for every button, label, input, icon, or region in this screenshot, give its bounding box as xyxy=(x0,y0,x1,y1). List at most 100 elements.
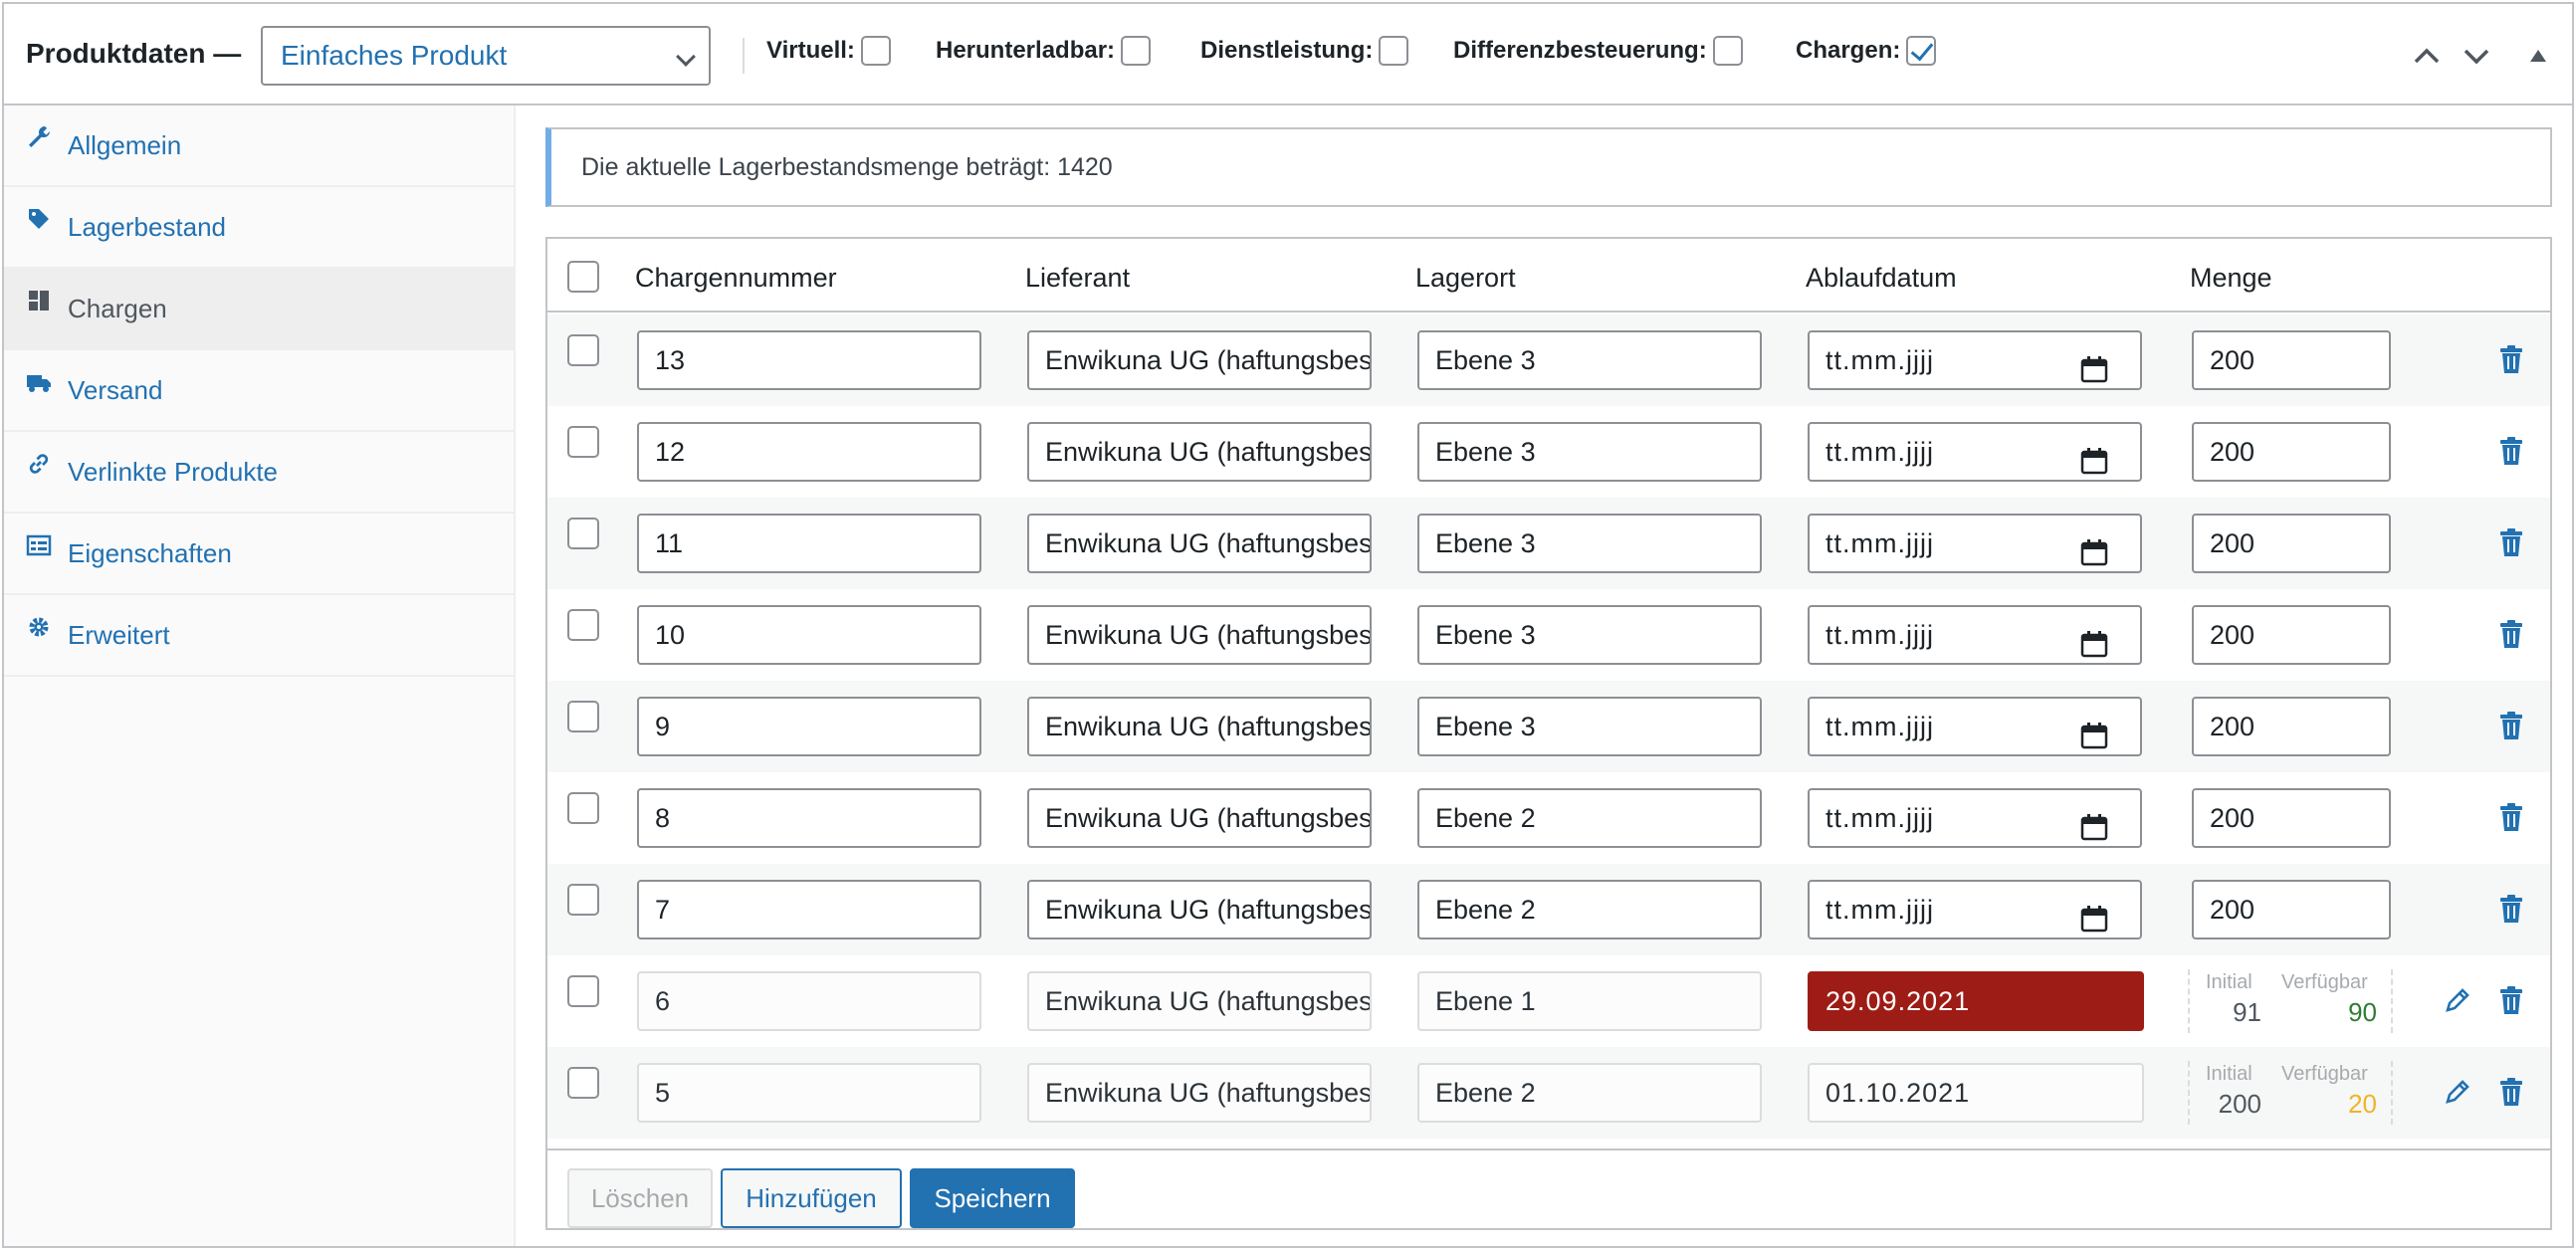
row-checkbox[interactable] xyxy=(567,792,599,824)
batch-number-input[interactable]: 9 xyxy=(637,697,981,756)
tab-batches[interactable]: Chargen xyxy=(4,269,516,350)
row-checkbox[interactable] xyxy=(567,518,599,549)
pencil-icon[interactable] xyxy=(2443,1077,2472,1107)
option-batches[interactable]: Chargen: xyxy=(1796,36,1937,66)
location-input[interactable]: Ebene 3 xyxy=(1417,697,1762,756)
select-all-checkbox[interactable] xyxy=(567,261,599,293)
pencil-icon[interactable] xyxy=(2443,985,2472,1015)
trash-icon[interactable] xyxy=(2498,1077,2524,1107)
trash-icon[interactable] xyxy=(2498,985,2524,1015)
quantity-input[interactable]: 200 xyxy=(2192,697,2391,756)
quantity-input[interactable]: 200 xyxy=(2192,605,2391,665)
tab-advanced[interactable]: Erweitert xyxy=(4,595,516,677)
tab-general[interactable]: Allgemein xyxy=(4,105,516,187)
table-row: 10 Enwikuna UG (haftungsbeschränkt) Ebene … xyxy=(547,589,2550,681)
service-checkbox[interactable] xyxy=(1379,36,1409,66)
location-readonly: Ebene 2 xyxy=(1417,1063,1762,1123)
location-input[interactable]: Ebene 2 xyxy=(1417,788,1762,848)
quantity-input[interactable]: 200 xyxy=(2192,422,2391,482)
table-row: 5 Enwikuna UG (haftungsbeschränkt) Ebene 2… xyxy=(547,1047,2550,1139)
chevron-down-icon[interactable] xyxy=(2461,40,2492,72)
tab-linked-products[interactable]: Verlinkte Produkte xyxy=(4,432,516,514)
location-input[interactable]: Ebene 3 xyxy=(1417,330,1762,390)
trash-icon[interactable] xyxy=(2498,344,2524,374)
expiry-date-input[interactable]: tt.mm.jjjj xyxy=(1808,605,2142,665)
supplier-input[interactable]: Enwikuna UG (haftungsbeschränkt) xyxy=(1027,330,1372,390)
batch-number-input[interactable]: 13 xyxy=(637,330,981,390)
tab-attributes[interactable]: Eigenschaften xyxy=(4,514,516,595)
quantity-input[interactable]: 200 xyxy=(2192,330,2391,390)
row-checkbox[interactable] xyxy=(567,1067,599,1099)
table-row: 7 Enwikuna UG (haftungsbeschränkt) Ebene 2… xyxy=(547,864,2550,955)
trash-icon[interactable] xyxy=(2498,711,2524,740)
batch-number-input[interactable]: 12 xyxy=(637,422,981,482)
calendar-icon[interactable] xyxy=(2080,804,2108,841)
add-button[interactable]: Hinzufügen xyxy=(721,1168,902,1228)
calendar-icon[interactable] xyxy=(2080,896,2108,933)
row-checkbox[interactable] xyxy=(567,426,599,458)
batch-number-input[interactable]: 7 xyxy=(637,880,981,939)
expiry-date-input[interactable]: tt.mm.jjjj xyxy=(1808,788,2142,848)
supplier-input[interactable]: Enwikuna UG (haftungsbeschränkt) xyxy=(1027,788,1372,848)
trash-icon[interactable] xyxy=(2498,436,2524,466)
quantity-input[interactable]: 200 xyxy=(2192,514,2391,573)
option-service[interactable]: Dienstleistung: xyxy=(1200,36,1409,66)
location-input[interactable]: Ebene 3 xyxy=(1417,422,1762,482)
row-checkbox[interactable] xyxy=(567,975,599,1007)
supplier-readonly: Enwikuna UG (haftungsbeschränkt) xyxy=(1027,971,1372,1031)
supplier-input[interactable]: Enwikuna UG (haftungsbeschränkt) xyxy=(1027,514,1372,573)
calendar-icon[interactable] xyxy=(2080,529,2108,566)
margin-tax-checkbox[interactable] xyxy=(1712,36,1743,66)
supplier-input[interactable]: Enwikuna UG (haftungsbeschränkt) xyxy=(1027,605,1372,665)
option-virtual[interactable]: Virtuell: xyxy=(766,36,891,66)
calendar-icon[interactable] xyxy=(2080,621,2108,658)
expiry-date-input[interactable]: tt.mm.jjjj xyxy=(1808,330,2142,390)
row-checkbox[interactable] xyxy=(567,884,599,916)
trash-icon[interactable] xyxy=(2498,619,2524,649)
location-input[interactable]: Ebene 2 xyxy=(1417,880,1762,939)
quantity-input[interactable]: 200 xyxy=(2192,788,2391,848)
expiry-date-value: tt.mm.jjjj xyxy=(1825,437,1934,467)
collapse-toggle-icon[interactable] xyxy=(2522,40,2554,72)
location-input[interactable]: Ebene 3 xyxy=(1417,514,1762,573)
batches-icon xyxy=(29,291,49,311)
table-row: 9 Enwikuna UG (haftungsbeschränkt) Ebene 3… xyxy=(547,681,2550,772)
expiry-date-input[interactable]: tt.mm.jjjj xyxy=(1808,880,2142,939)
link-icon xyxy=(29,454,49,474)
expiry-date-input[interactable]: tt.mm.jjjj xyxy=(1808,514,2142,573)
available-value: 90 xyxy=(2348,997,2377,1027)
initial-label: Initial xyxy=(2206,971,2253,993)
expiry-date-input[interactable]: tt.mm.jjjj xyxy=(1808,697,2142,756)
row-checkbox[interactable] xyxy=(567,701,599,732)
option-downloadable[interactable]: Herunterladbar: xyxy=(936,36,1152,66)
batches-checkbox[interactable] xyxy=(1906,36,1937,66)
location-input[interactable]: Ebene 3 xyxy=(1417,605,1762,665)
supplier-input[interactable]: Enwikuna UG (haftungsbeschränkt) xyxy=(1027,422,1372,482)
trash-icon[interactable] xyxy=(2498,894,2524,924)
table-row: 11 Enwikuna UG (haftungsbeschränkt) Ebene … xyxy=(547,498,2550,589)
calendar-icon[interactable] xyxy=(2080,713,2108,749)
batch-number-input[interactable]: 8 xyxy=(637,788,981,848)
quantity-input[interactable]: 200 xyxy=(2192,880,2391,939)
save-button[interactable]: Speichern xyxy=(910,1168,1075,1228)
batch-number-input[interactable]: 11 xyxy=(637,514,981,573)
expiry-date-input[interactable]: tt.mm.jjjj xyxy=(1808,422,2142,482)
option-margin-tax[interactable]: Differenzbesteuerung: xyxy=(1453,36,1743,66)
downloadable-checkbox[interactable] xyxy=(1121,36,1152,66)
tag-icon xyxy=(29,209,49,229)
product-type-select[interactable]: Einfaches Produkt xyxy=(261,26,711,86)
chevron-up-icon[interactable] xyxy=(2411,40,2443,72)
tab-inventory[interactable]: Lagerbestand xyxy=(4,187,516,269)
row-checkbox[interactable] xyxy=(567,334,599,366)
supplier-input[interactable]: Enwikuna UG (haftungsbeschränkt) xyxy=(1027,697,1372,756)
batch-number-input[interactable]: 10 xyxy=(637,605,981,665)
virtual-checkbox[interactable] xyxy=(860,36,891,66)
supplier-input[interactable]: Enwikuna UG (haftungsbeschränkt) xyxy=(1027,880,1372,939)
row-checkbox[interactable] xyxy=(567,609,599,641)
delete-button[interactable]: Löschen xyxy=(567,1168,713,1228)
trash-icon[interactable] xyxy=(2498,527,2524,557)
tab-shipping[interactable]: Versand xyxy=(4,350,516,432)
trash-icon[interactable] xyxy=(2498,802,2524,832)
calendar-icon[interactable] xyxy=(2080,438,2108,475)
calendar-icon[interactable] xyxy=(2080,346,2108,383)
